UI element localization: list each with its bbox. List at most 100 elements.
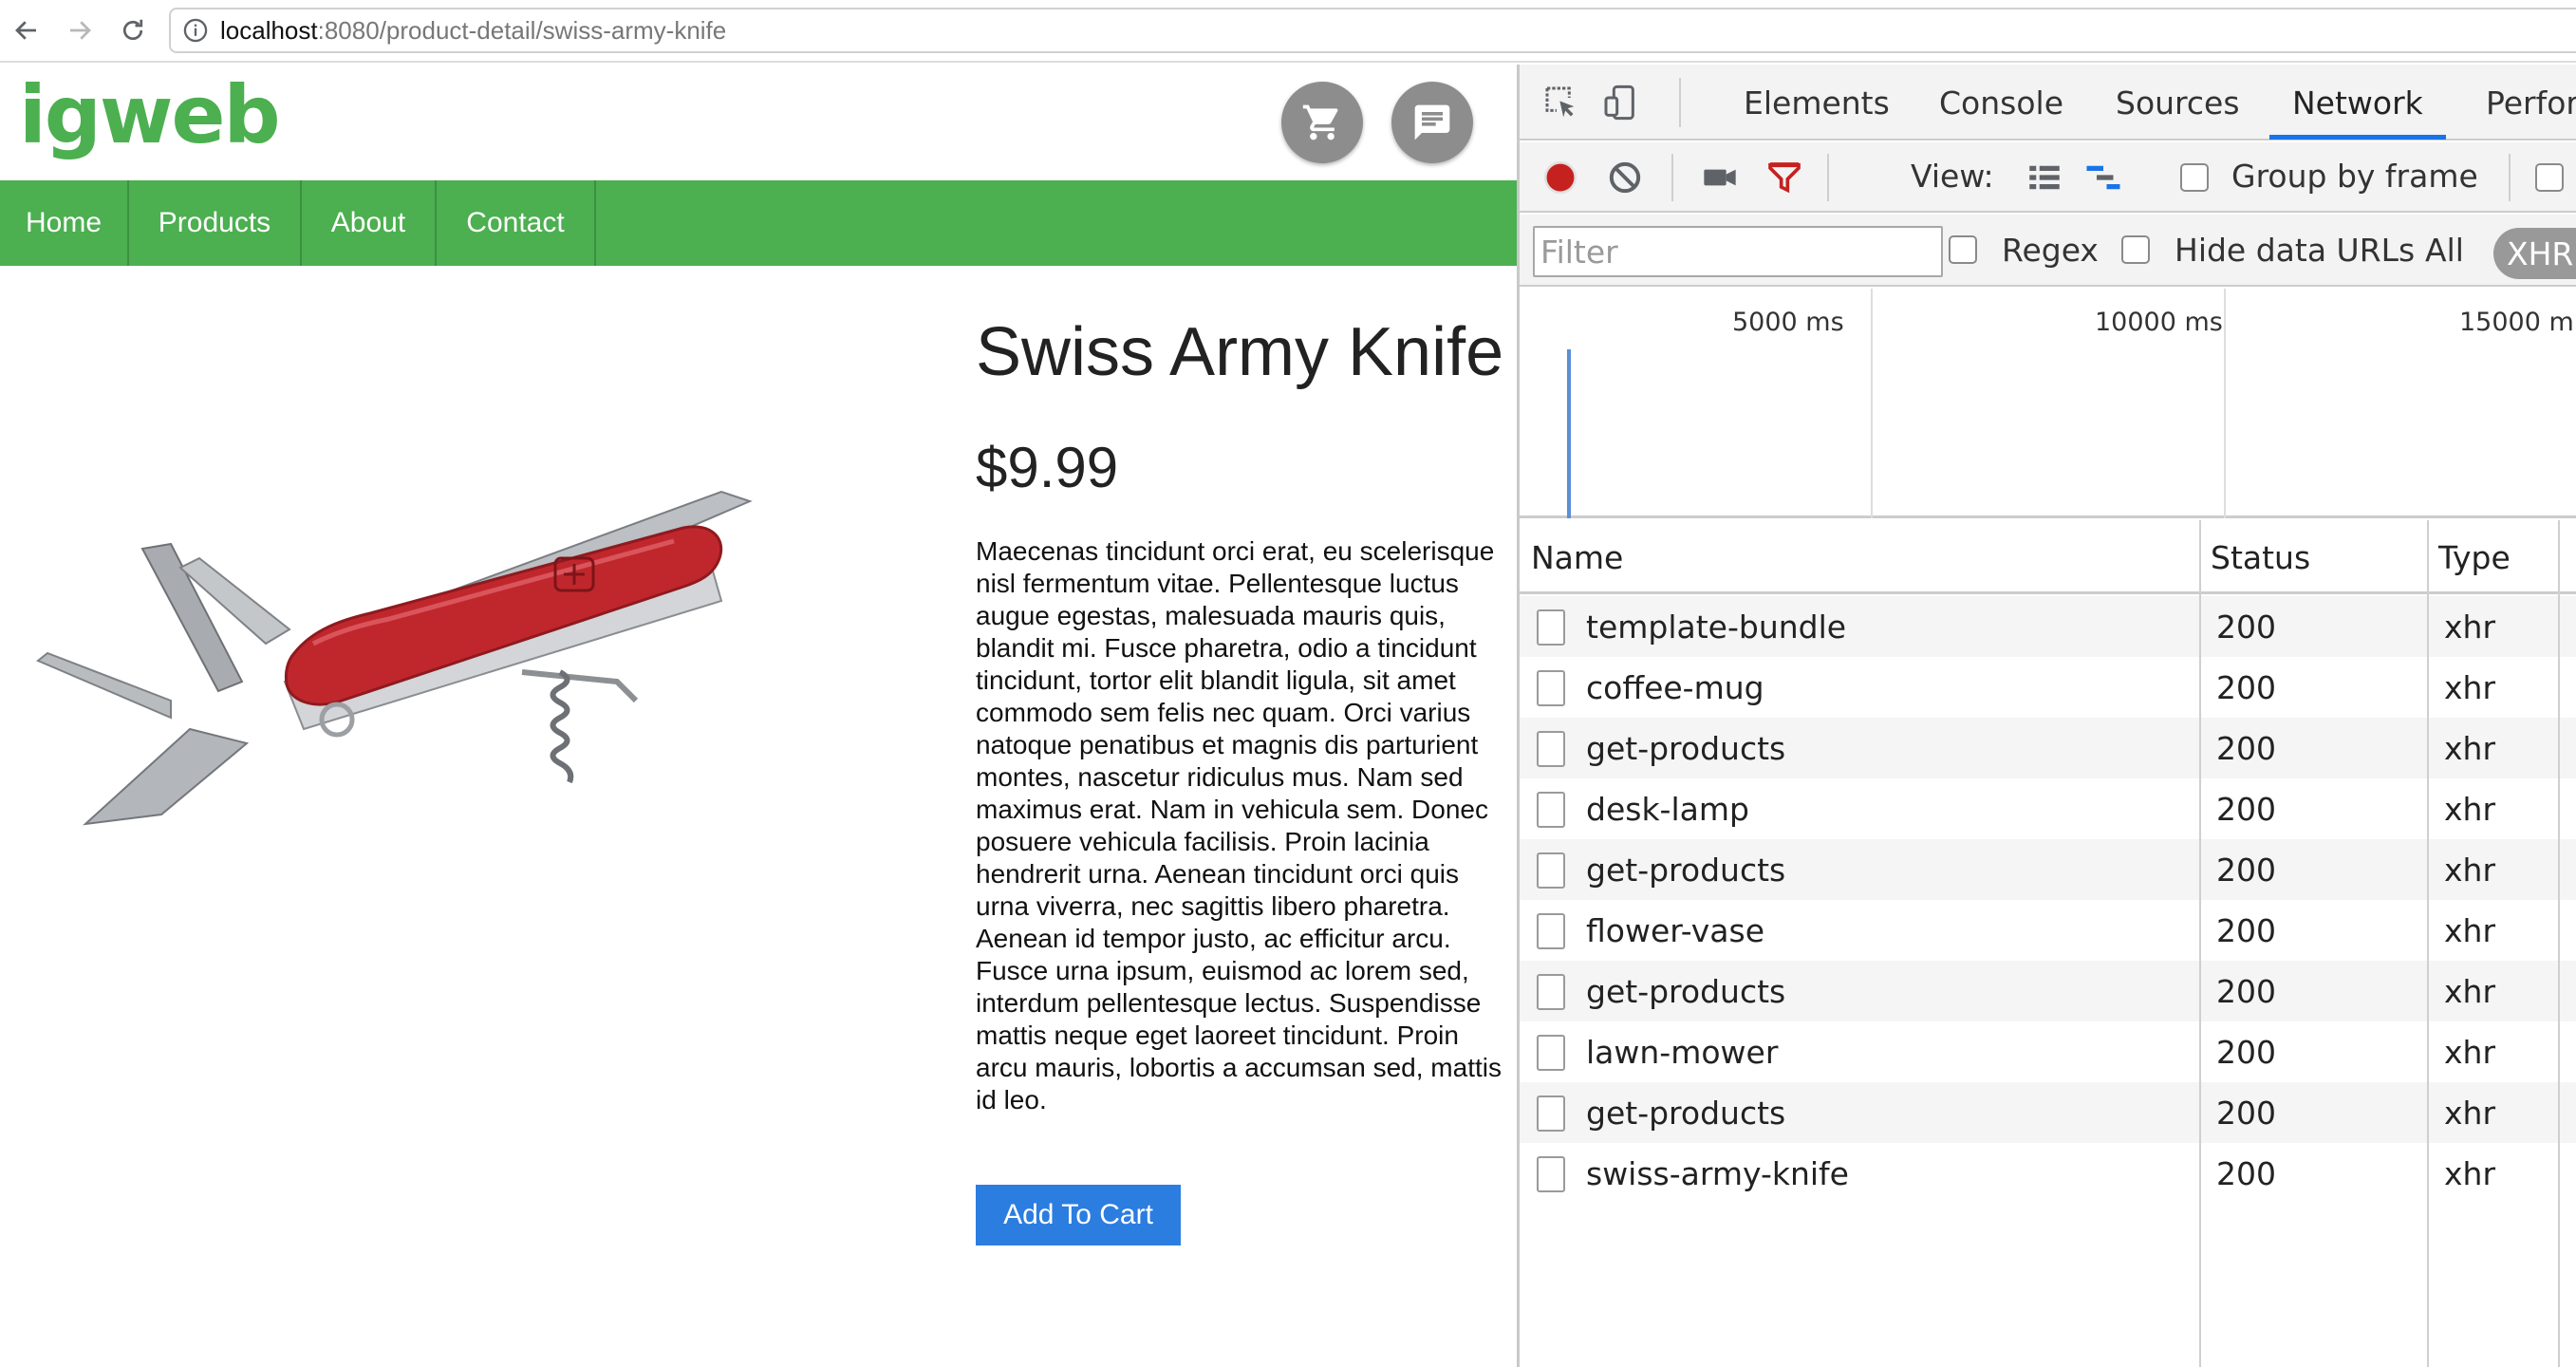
column-divider[interactable]: [2558, 520, 2560, 1367]
request-name: template-bundle: [1586, 608, 1847, 646]
table-row[interactable]: swiss-army-knife 200 xhr: [1520, 1143, 2576, 1204]
request-status: 200: [2216, 851, 2276, 889]
timeline-tick-label: 10000 ms: [2095, 308, 2223, 337]
table-row[interactable]: coffee-mug 200 xhr: [1520, 657, 2576, 718]
nav-about[interactable]: About: [302, 180, 437, 266]
file-icon: [1537, 974, 1565, 1010]
address-bar[interactable]: localhost:8080/product-detail/swiss-army…: [169, 8, 2576, 53]
group-by-frame-checkbox[interactable]: [2180, 163, 2209, 192]
request-status: 200: [2216, 729, 2276, 767]
timeline-gridline: [2224, 289, 2226, 518]
request-status: 200: [2216, 1033, 2276, 1071]
chat-button[interactable]: [1391, 82, 1473, 163]
file-icon: [1537, 852, 1565, 889]
browser-toolbar: localhost:8080/product-detail/swiss-army…: [0, 0, 2576, 63]
request-name: get-products: [1586, 1094, 1786, 1132]
site-logo[interactable]: igweb: [19, 68, 281, 161]
column-divider[interactable]: [2199, 520, 2201, 1367]
request-type: xhr: [2444, 1033, 2496, 1071]
request-type: xhr: [2444, 911, 2496, 949]
file-icon: [1537, 792, 1565, 828]
info-icon[interactable]: [182, 17, 209, 44]
back-button[interactable]: [6, 9, 47, 51]
url-path: :8080/product-detail/swiss-army-knife: [317, 15, 727, 45]
filter-xhr[interactable]: XHR: [2493, 228, 2576, 279]
column-header-type[interactable]: Type: [2438, 520, 2511, 594]
record-icon[interactable]: [1539, 156, 1582, 199]
table-row[interactable]: template-bundle 200 xhr: [1520, 596, 2576, 657]
request-type: xhr: [2444, 729, 2496, 767]
filter-all[interactable]: All: [2425, 232, 2464, 269]
cart-button[interactable]: [1281, 82, 1363, 163]
request-type: xhr: [2444, 668, 2496, 706]
device-toolbar-icon[interactable]: [1599, 82, 1641, 123]
devtools-panel: Elements Console Sources Network Perfor …: [1517, 65, 2576, 1367]
overview-waterfall-icon[interactable]: [2081, 156, 2125, 199]
toolbar-separator-2: [1827, 154, 1829, 201]
table-row[interactable]: get-products 200 xhr: [1520, 839, 2576, 900]
request-status: 200: [2216, 790, 2276, 828]
arrow-left-icon: [15, 21, 36, 40]
file-icon: [1537, 1095, 1565, 1132]
clear-icon[interactable]: [1603, 156, 1647, 199]
file-icon: [1537, 913, 1565, 949]
tab-performance[interactable]: Perfor: [2486, 65, 2576, 140]
tab-console[interactable]: Console: [1939, 65, 2063, 140]
request-type: xhr: [2444, 790, 2496, 828]
table-row[interactable]: lawn-mower 200 xhr: [1520, 1021, 2576, 1082]
table-row[interactable]: flower-vase 200 xhr: [1520, 900, 2576, 961]
request-status: 200: [2216, 608, 2276, 646]
file-icon: [1537, 731, 1565, 767]
inspect-element-icon[interactable]: [1540, 82, 1582, 123]
add-to-cart-button[interactable]: Add To Cart: [976, 1185, 1181, 1245]
chat-icon: [1414, 104, 1450, 140]
column-header-status[interactable]: Status: [2211, 520, 2310, 594]
devtools-tabbar: Elements Console Sources Network Perfor: [1520, 65, 2576, 140]
request-type: xhr: [2444, 972, 2496, 1010]
table-row[interactable]: get-products 200 xhr: [1520, 718, 2576, 778]
product-image: [36, 490, 753, 826]
table-row[interactable]: get-products 200 xhr: [1520, 1082, 2576, 1143]
hide-data-urls-checkbox[interactable]: [2121, 235, 2150, 264]
shopping-cart-icon: [1302, 104, 1338, 140]
product-title: Swiss Army Knife: [976, 314, 1504, 390]
nav-products[interactable]: Products: [129, 180, 302, 266]
timeline-gridline: [1871, 289, 1873, 518]
toolbar-separator: [1671, 154, 1673, 201]
nav-home[interactable]: Home: [0, 180, 129, 266]
view-label: View:: [1911, 158, 1994, 195]
file-icon: [1537, 1156, 1565, 1192]
network-requests-table: Name Status Type template-bundle 200 xhr co…: [1520, 520, 2576, 1367]
reload-button[interactable]: [112, 9, 154, 51]
tabbar-separator: [1679, 78, 1681, 127]
request-status: 200: [2216, 1094, 2276, 1132]
file-icon: [1537, 670, 1565, 706]
filter-input[interactable]: [1533, 226, 1943, 277]
file-icon: [1537, 609, 1565, 646]
column-divider[interactable]: [2427, 520, 2429, 1367]
timeline-tick-label: 5000 ms: [1732, 308, 1844, 337]
timeline-tick-label: 15000 m: [2459, 308, 2574, 337]
request-name: get-products: [1586, 851, 1786, 889]
request-name: get-products: [1586, 972, 1786, 1010]
product-description: Maecenas tincidunt orci erat, eu sceleri…: [976, 536, 1502, 1114]
timeline-request-bar: [1567, 349, 1571, 518]
filter-funnel-icon[interactable]: [1763, 156, 1806, 199]
table-row[interactable]: get-products 200 xhr: [1520, 961, 2576, 1021]
product-price: $9.99: [976, 436, 1119, 499]
large-rows-list-icon[interactable]: [2023, 156, 2066, 199]
tab-elements[interactable]: Elements: [1744, 65, 1890, 140]
request-name: swiss-army-knife: [1586, 1154, 1849, 1192]
file-icon: [1537, 1035, 1565, 1071]
arrow-right-icon: [70, 21, 91, 40]
regex-checkbox[interactable]: [1949, 235, 1977, 264]
preserve-log-checkbox[interactable]: [2535, 163, 2564, 192]
nav-contact[interactable]: Contact: [437, 180, 596, 266]
forward-button[interactable]: [59, 9, 101, 51]
column-header-name[interactable]: Name: [1531, 520, 1623, 594]
table-row[interactable]: desk-lamp 200 xhr: [1520, 778, 2576, 839]
request-name: flower-vase: [1586, 911, 1764, 949]
tab-sources[interactable]: Sources: [2116, 65, 2240, 140]
tab-network[interactable]: Network: [2292, 65, 2423, 140]
screenshot-camera-icon[interactable]: [1698, 156, 1742, 199]
